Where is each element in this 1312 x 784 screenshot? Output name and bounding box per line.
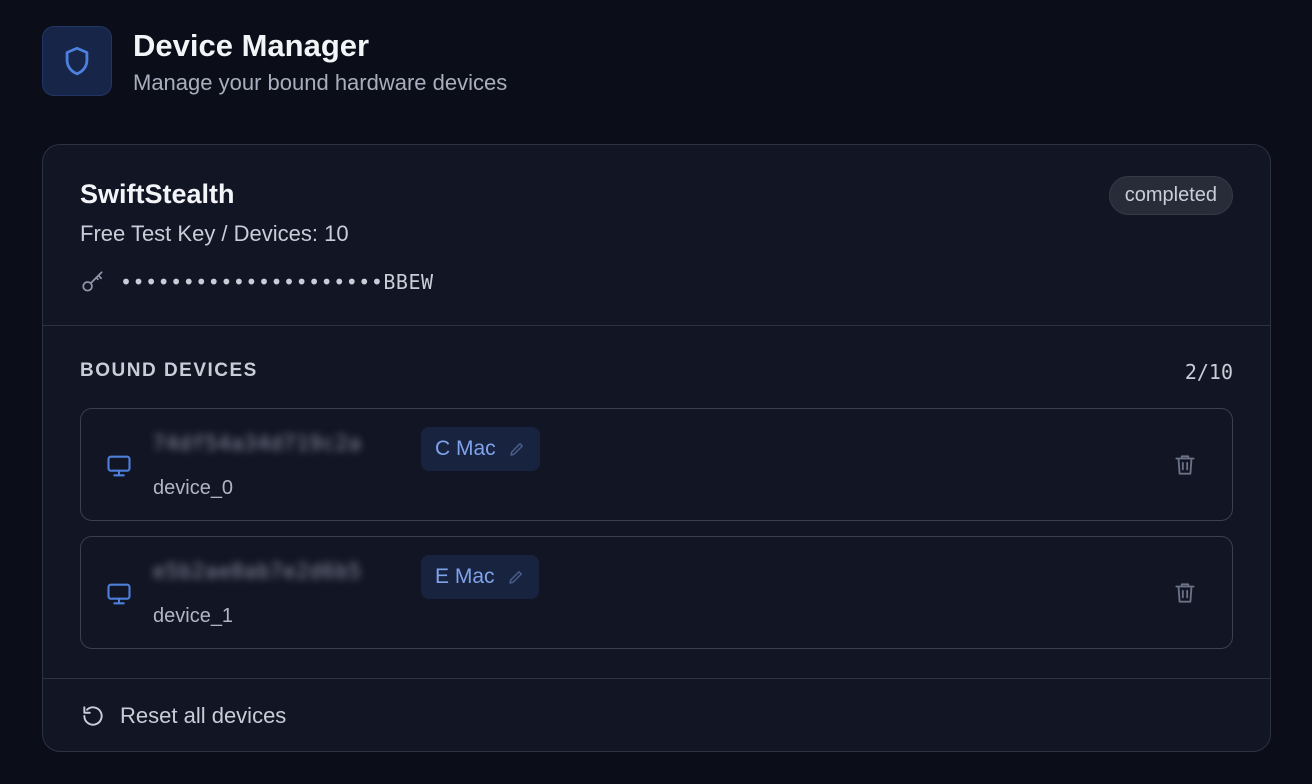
device-id: e5b2ae0ab7e2d6b5: [153, 559, 362, 583]
pencil-icon[interactable]: [508, 440, 526, 458]
shield-icon: [65, 46, 89, 76]
status-badge: completed: [1108, 176, 1233, 215]
device-item: 74df54a34d719c2a C Mac device_0: [80, 408, 1233, 521]
device-id: 74df54a34d719c2a: [153, 431, 362, 455]
page-subtitle: Manage your bound hardware devices: [133, 70, 508, 95]
license-description: Free Test Key / Devices: 10: [80, 221, 349, 246]
license-name: SwiftStealth: [80, 179, 235, 209]
monitor-icon: [107, 583, 131, 605]
monitor-icon: [107, 455, 131, 477]
app-logo: [42, 26, 112, 96]
reset-label: Reset all devices: [120, 703, 287, 728]
reset-icon: [83, 706, 103, 726]
card-footer: Reset all devices: [43, 679, 1270, 751]
license-key-row: •••••••••••••••••••••BBEW: [80, 269, 434, 295]
trash-icon[interactable]: [1172, 580, 1198, 606]
pencil-icon[interactable]: [507, 568, 525, 586]
reset-all-button[interactable]: Reset all devices: [80, 703, 286, 729]
device-label: device_1: [153, 605, 234, 627]
device-tag-label: E Mac: [435, 565, 495, 588]
license-info: SwiftStealth Free Test Key / Devices: 10…: [43, 145, 1270, 326]
page-title: Device Manager: [133, 28, 370, 63]
device-tag[interactable]: C Mac: [421, 427, 540, 471]
device-count: 2/10: [1184, 360, 1233, 384]
trash-icon[interactable]: [1172, 452, 1198, 478]
page-header: Device Manager Manage your bound hardwar…: [42, 26, 507, 97]
key-icon: [82, 271, 103, 292]
device-item: e5b2ae0ab7e2d6b5 E Mac device_1: [80, 536, 1233, 649]
license-card: SwiftStealth Free Test Key / Devices: 10…: [42, 144, 1271, 752]
bound-devices-section: BOUND DEVICES 2/10 74df54a34d719c2a C Ma…: [43, 326, 1270, 679]
device-tag-label: C Mac: [435, 437, 496, 460]
license-key-masked: •••••••••••••••••••••BBEW: [120, 270, 434, 294]
device-tag[interactable]: E Mac: [421, 555, 539, 599]
section-title: BOUND DEVICES: [80, 360, 258, 381]
device-label: device_0: [153, 477, 234, 499]
